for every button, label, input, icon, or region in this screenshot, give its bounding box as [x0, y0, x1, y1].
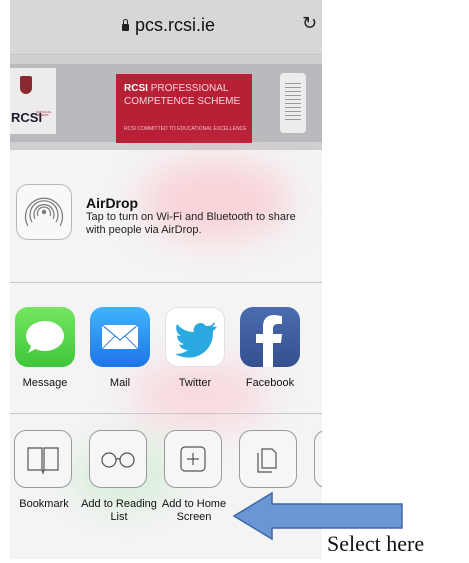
lock-icon [122, 19, 129, 31]
share-apps-row: Message Mail Twitter Facebook [10, 283, 322, 413]
share-app-twitter[interactable]: Twitter [165, 307, 225, 389]
action-copy[interactable] [239, 430, 299, 498]
app-label: Mail [109, 377, 131, 389]
site-banner: RCSI PROFESSIONAL COMPETENCE SCHEME RCSI… [116, 74, 252, 143]
airdrop-description: Tap to turn on Wi-Fi and Bluetooth to sh… [86, 211, 296, 236]
app-label: Twitter [178, 377, 212, 389]
share-app-facebook[interactable]: Facebook [240, 307, 300, 389]
action-add-to-home-screen[interactable]: Add to Home Screen [162, 430, 226, 524]
logo-subtext: SURGICAL AFFAIRS [36, 110, 52, 117]
facebook-icon[interactable] [240, 307, 300, 367]
copy-icon[interactable] [239, 430, 297, 488]
share-app-message[interactable]: Message [15, 307, 75, 389]
action-label: Add to Home Screen [161, 498, 227, 523]
url-bar[interactable]: pcs.rcsi.ie ↻ [10, 0, 322, 55]
app-label: Facebook [245, 377, 295, 389]
banner-line1-text: PROFESSIONAL [150, 83, 229, 94]
rcsi-logo: RCSI SURGICAL AFFAIRS [10, 68, 56, 134]
book-icon[interactable] [14, 430, 72, 488]
mail-icon[interactable] [90, 307, 150, 367]
plus-icon[interactable] [164, 430, 222, 488]
action-add-to-reading-list[interactable]: Add to Reading List [81, 430, 157, 524]
message-icon[interactable] [15, 307, 75, 367]
action-more-partial[interactable] [314, 430, 322, 488]
site-menu-button[interactable] [280, 73, 306, 133]
twitter-icon[interactable] [165, 307, 225, 367]
site-header-image: RCSI SURGICAL AFFAIRS RCSI PROFESSIONAL … [10, 64, 322, 143]
banner-bold: RCSI [124, 83, 148, 94]
url-text: pcs.rcsi.ie [135, 15, 216, 35]
more-icon[interactable] [314, 430, 322, 488]
action-bookmark[interactable]: Bookmark [14, 430, 74, 511]
banner-line1: RCSI PROFESSIONAL [124, 83, 229, 94]
banner-tagline: RCSI COMMITTED TO EDUCATIONAL EXCELLENCE [124, 126, 247, 132]
banner-line2: COMPETENCE SCHEME [124, 96, 241, 107]
app-label: Message [22, 377, 68, 389]
glasses-icon[interactable] [89, 430, 147, 488]
airdrop-icon[interactable] [16, 184, 72, 240]
url-display[interactable]: pcs.rcsi.ie [122, 15, 215, 36]
reload-icon[interactable]: ↻ [302, 13, 317, 34]
crest-icon [20, 76, 32, 94]
hamburger-icon [285, 83, 301, 123]
annotation-label: Select here [327, 531, 425, 556]
airdrop-title: AirDrop [86, 195, 139, 211]
airdrop-row[interactable]: AirDrop Tap to turn on Wi-Fi and Bluetoo… [10, 150, 322, 282]
phone-screen: pcs.rcsi.ie ↻ RCSI SURGICAL AFFAIRS RCSI… [10, 0, 322, 559]
page-preview: RCSI SURGICAL AFFAIRS RCSI PROFESSIONAL … [10, 55, 322, 150]
share-app-mail[interactable]: Mail [90, 307, 150, 389]
